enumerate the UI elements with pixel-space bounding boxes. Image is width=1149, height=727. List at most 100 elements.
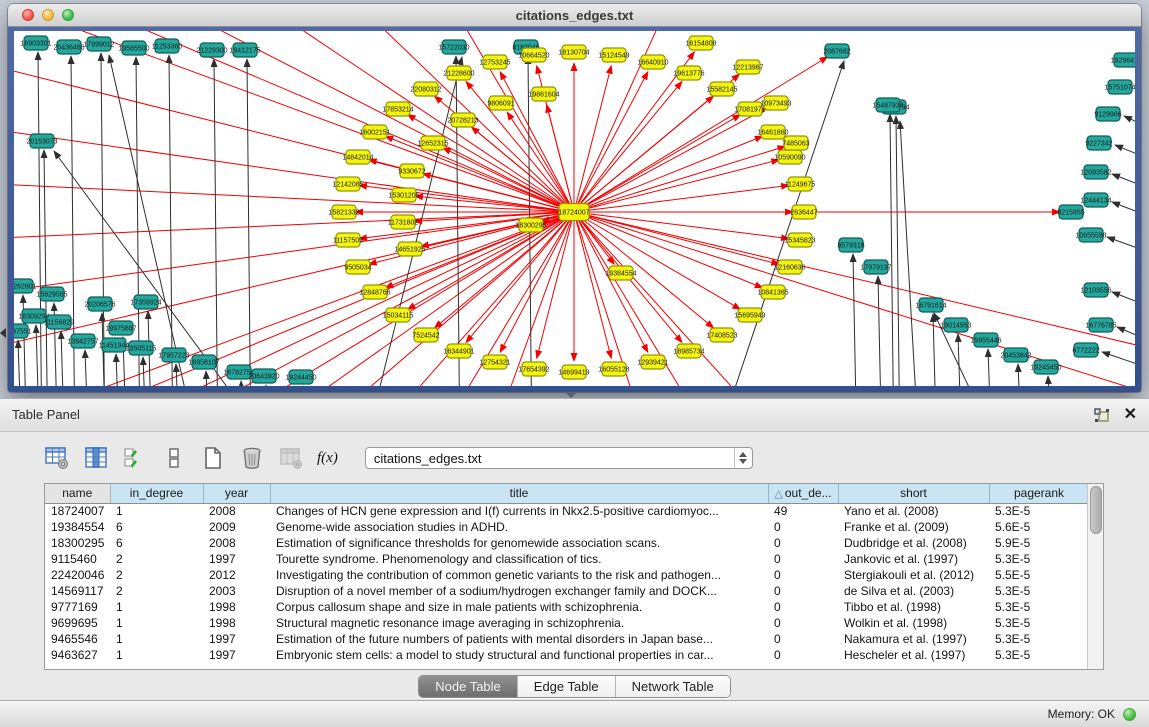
create-column-button[interactable] (200, 445, 226, 471)
table-cell[interactable]: 0 (768, 583, 838, 599)
table-cell[interactable]: 5.3E-5 (989, 631, 1089, 647)
tab-network-table[interactable]: Network Table (616, 676, 730, 697)
table-cell[interactable]: Hescheler et al. (1997) (838, 647, 989, 663)
delete-table-button[interactable] (278, 445, 304, 471)
window-zoom-icon[interactable] (62, 9, 74, 21)
table-cell[interactable]: 5.3E-5 (989, 583, 1089, 599)
table-vertical-scrollbar[interactable] (1087, 484, 1103, 669)
table-cell[interactable]: de Silva et al. (2003) (838, 583, 989, 599)
table-cell[interactable]: 0 (768, 599, 838, 615)
column-header-short[interactable]: short (838, 484, 989, 503)
table-cell[interactable]: Jankovic et al. (1997) (838, 551, 989, 567)
table-cell[interactable]: 1997 (203, 631, 270, 647)
column-header-title[interactable]: title (270, 484, 768, 503)
table-cell[interactable]: 2012 (203, 567, 270, 583)
table-cell[interactable]: 1 (110, 647, 203, 663)
table-cell[interactable]: 9777169 (45, 599, 110, 615)
table-cell[interactable]: 5.3E-5 (989, 647, 1089, 663)
table-cell[interactable]: Tibbo et al. (1998) (838, 599, 989, 615)
network-canvas[interactable]: 1890330120436466179990121956550011253360… (14, 31, 1135, 386)
row-height-button[interactable] (161, 445, 187, 471)
table-cell[interactable]: Structural magnetic resonance image aver… (270, 615, 768, 631)
table-cell[interactable]: 9463627 (45, 647, 110, 663)
table-cell[interactable]: Franke et al. (2009) (838, 519, 989, 535)
tab-edge-table[interactable]: Edge Table (518, 676, 616, 697)
table-cell[interactable]: 0 (768, 647, 838, 663)
table-cell[interactable]: 1 (110, 631, 203, 647)
table-cell[interactable]: 2 (110, 551, 203, 567)
table-selector[interactable]: citations_edges.txt (365, 447, 753, 469)
table-row[interactable]: 1830029562008Estimation of significance … (45, 535, 1089, 551)
table-cell[interactable]: Changes of HCN gene expression and I(f) … (270, 503, 768, 519)
window-titlebar[interactable]: citations_edges.txt (8, 4, 1141, 27)
table-row[interactable]: 946362711997Embryonic stem cells: a mode… (45, 647, 1089, 663)
table-cell[interactable]: 1 (110, 599, 203, 615)
table-row[interactable]: 1456911722003Disruption of a novel membe… (45, 583, 1089, 599)
table-cell[interactable]: 5.6E-5 (989, 519, 1089, 535)
show-columns-button[interactable] (83, 445, 109, 471)
table-cell[interactable]: 1997 (203, 551, 270, 567)
table-cell[interactable]: Stergiakouli et al. (2012) (838, 567, 989, 583)
table-cell[interactable]: 2008 (203, 503, 270, 519)
table-settings-button[interactable] (44, 445, 70, 471)
table-cell[interactable]: 0 (768, 631, 838, 647)
tab-node-table[interactable]: Node Table (419, 676, 518, 697)
table-cell[interactable]: 1 (110, 615, 203, 631)
function-builder-button[interactable]: f(x) (317, 445, 338, 471)
table-cell[interactable]: 2008 (203, 535, 270, 551)
table-cell[interactable]: 5.3E-5 (989, 599, 1089, 615)
column-header-year[interactable]: year (203, 484, 270, 503)
table-cell[interactable]: 5.3E-5 (989, 551, 1089, 567)
table-cell[interactable]: Nakamura et al. (1997) (838, 631, 989, 647)
float-panel-button[interactable] (1094, 408, 1110, 423)
window-minimize-icon[interactable] (42, 9, 54, 21)
table-cell[interactable]: 0 (768, 551, 838, 567)
table-row[interactable]: 969969511998Structural magnetic resonanc… (45, 615, 1089, 631)
table-row[interactable]: 1872400712008Changes of HCN gene express… (45, 503, 1089, 519)
table-cell[interactable]: Estimation of significance thresholds fo… (270, 535, 768, 551)
table-cell[interactable]: 2 (110, 583, 203, 599)
table-cell[interactable]: 0 (768, 567, 838, 583)
table-cell[interactable]: 1998 (203, 599, 270, 615)
column-header-pagerank[interactable]: pagerank (989, 484, 1089, 503)
table-cell[interactable]: 22420046 (45, 567, 110, 583)
table-cell[interactable]: 0 (768, 615, 838, 631)
table-cell[interactable]: 0 (768, 535, 838, 551)
table-cell[interactable]: Tourette syndrome. Phenomenology and cla… (270, 551, 768, 567)
table-cell[interactable]: 9115460 (45, 551, 110, 567)
table-cell[interactable]: Wolkin et al. (1998) (838, 615, 989, 631)
table-cell[interactable]: 5.5E-5 (989, 567, 1089, 583)
table-cell[interactable]: 18300295 (45, 535, 110, 551)
table-cell[interactable]: 6 (110, 535, 203, 551)
table-cell[interactable]: 18724007 (45, 503, 110, 519)
table-row[interactable]: 977716911998Corpus callosum shape and si… (45, 599, 1089, 615)
select-columns-button[interactable] (122, 445, 148, 471)
table-cell[interactable]: Estimation of the future numbers of pati… (270, 631, 768, 647)
table-cell[interactable]: Dudbridge et al. (2008) (838, 535, 989, 551)
table-cell[interactable]: 1998 (203, 615, 270, 631)
table-cell[interactable]: 9465546 (45, 631, 110, 647)
scrollbar-thumb[interactable] (1090, 486, 1102, 534)
delete-column-button[interactable] (239, 445, 265, 471)
table-cell[interactable]: Disruption of a novel member of a sodium… (270, 583, 768, 599)
table-cell[interactable]: 2003 (203, 583, 270, 599)
table-cell[interactable]: 2009 (203, 519, 270, 535)
table-cell[interactable]: 19384554 (45, 519, 110, 535)
column-header-name[interactable]: name (45, 484, 110, 503)
table-cell[interactable]: 6 (110, 519, 203, 535)
table-row[interactable]: 1938455462009Genome-wide association stu… (45, 519, 1089, 535)
table-cell[interactable]: 0 (768, 519, 838, 535)
column-header-in_degree[interactable]: in_degree (110, 484, 203, 503)
table-cell[interactable]: 49 (768, 503, 838, 519)
table-row[interactable]: 946554611997Estimation of the future num… (45, 631, 1089, 647)
collapse-arrow-icon[interactable] (0, 328, 6, 338)
table-row[interactable]: 2242004622012Investigating the contribut… (45, 567, 1089, 583)
table-cell[interactable]: Corpus callosum shape and size in male p… (270, 599, 768, 615)
table-cell[interactable]: Genome-wide association studies in ADHD. (270, 519, 768, 535)
column-header-out_de[interactable]: △out_de... (768, 484, 838, 503)
table-cell[interactable]: 1997 (203, 647, 270, 663)
table-cell[interactable]: 2 (110, 567, 203, 583)
table-row[interactable]: 911546021997Tourette syndrome. Phenomeno… (45, 551, 1089, 567)
table-cell[interactable]: 5.3E-5 (989, 503, 1089, 519)
table-cell[interactable]: 5.3E-5 (989, 615, 1089, 631)
